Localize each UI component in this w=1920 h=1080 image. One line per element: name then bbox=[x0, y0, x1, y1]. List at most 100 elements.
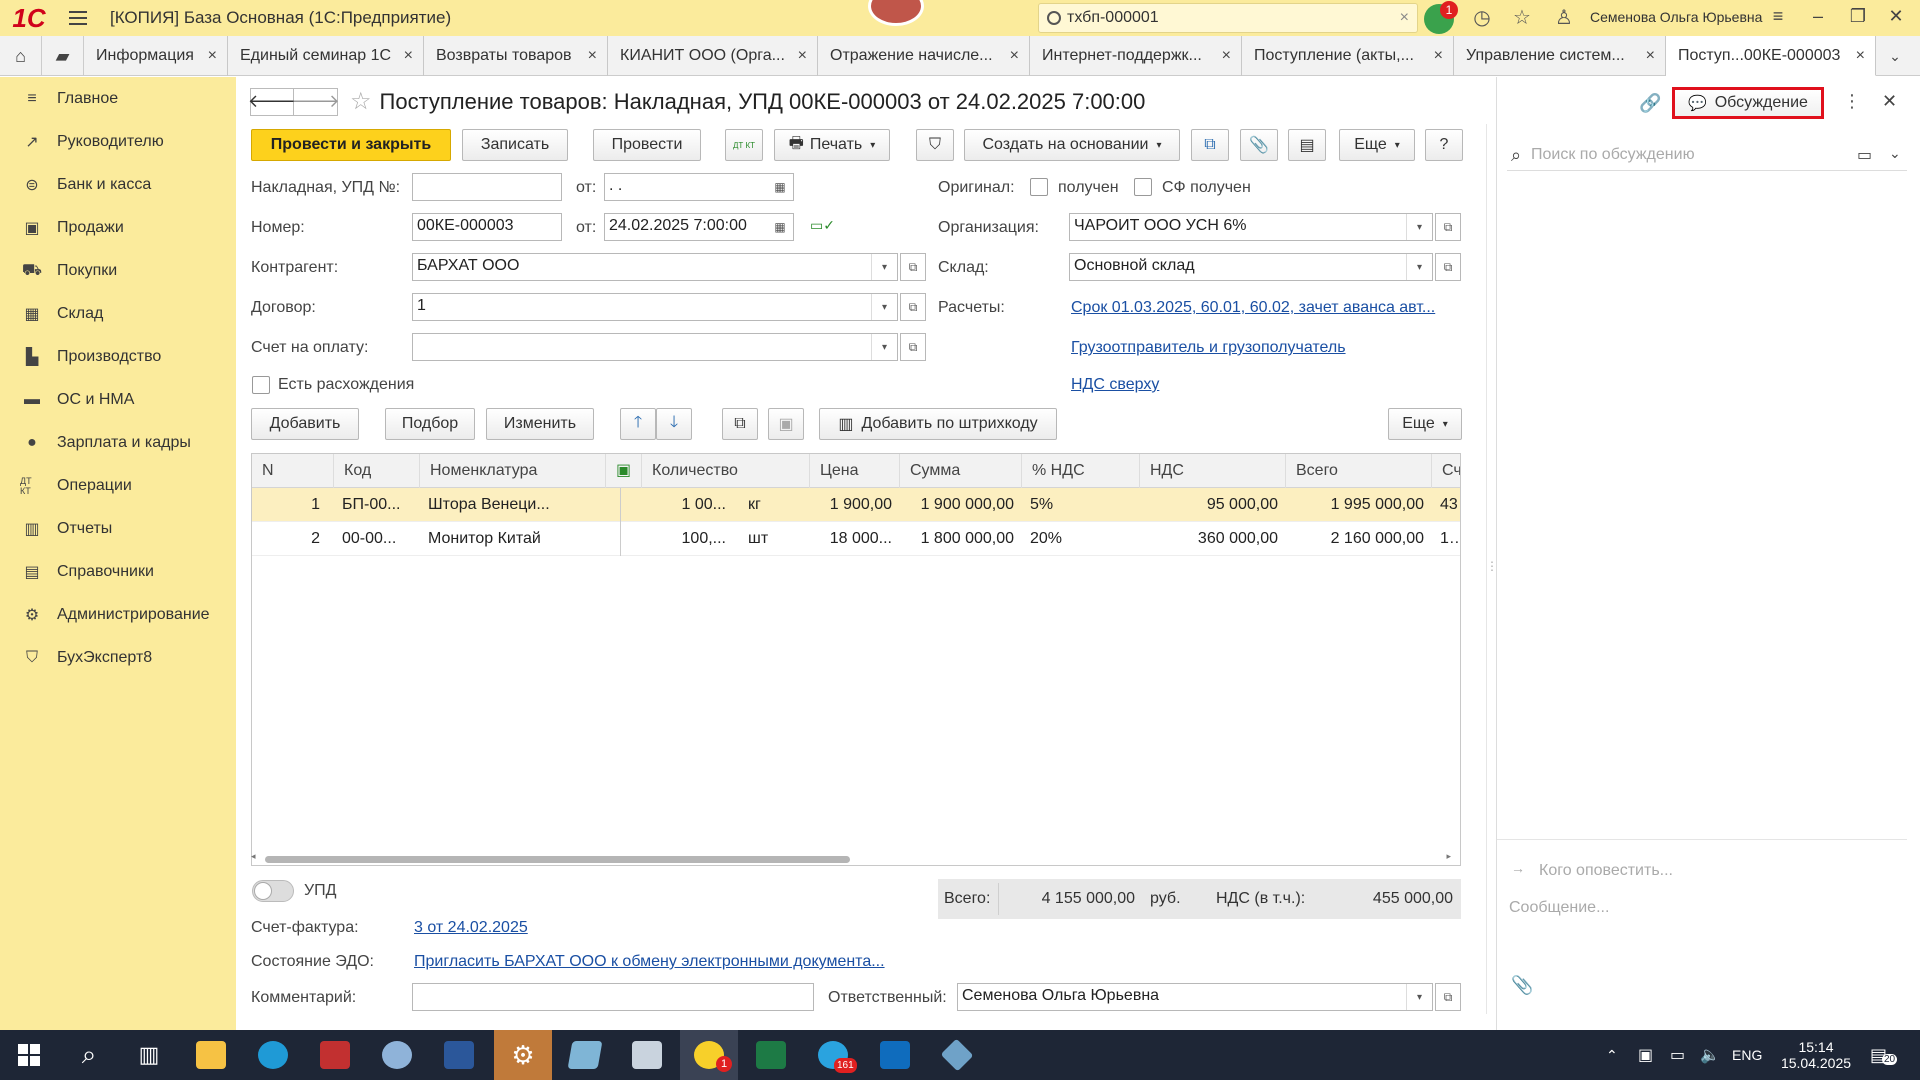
sidebar-item-manager[interactable]: ↗ Руководителю bbox=[0, 120, 236, 163]
col-price[interactable]: Цена bbox=[810, 454, 900, 488]
table-more-button[interactable]: Еще ▾ bbox=[1388, 408, 1462, 440]
table-row[interactable]: 2 00-00... Монитор Китай 100,... шт 18 0… bbox=[252, 522, 1460, 556]
calendar-icon[interactable]: ▦ bbox=[767, 214, 793, 240]
copy-icon[interactable]: ⧉ bbox=[722, 408, 758, 440]
discrepancy-checkbox[interactable] bbox=[252, 376, 270, 394]
tab-info[interactable]: Информация × bbox=[84, 36, 228, 76]
col-vat-rate[interactable]: % НДС bbox=[1022, 454, 1140, 488]
paste-icon[interactable]: ▣ bbox=[768, 408, 804, 440]
search-icon[interactable]: ⌕ bbox=[60, 1030, 118, 1080]
sidebar-item-catalogs[interactable]: ▤ Справочники bbox=[0, 550, 236, 593]
create-based-on-button[interactable]: Создать на основании ▾ bbox=[964, 129, 1180, 161]
scrollbar-thumb[interactable] bbox=[265, 856, 850, 863]
sidebar-item-buhexpert[interactable]: ⛉ БухЭксперт8 bbox=[0, 636, 236, 679]
tab-current-doc[interactable]: Поступ...00КЕ-000003 × bbox=[1666, 36, 1876, 76]
main-menu-icon[interactable] bbox=[58, 0, 98, 36]
open-icon[interactable]: ⧉ bbox=[900, 253, 926, 281]
outlook-icon[interactable] bbox=[866, 1030, 924, 1080]
list-icon[interactable]: ▤ bbox=[1288, 129, 1326, 161]
clear-icon[interactable]: × bbox=[1400, 9, 1409, 27]
save-button[interactable]: Записать bbox=[462, 129, 568, 161]
comment-field[interactable] bbox=[412, 983, 814, 1011]
1c-app-icon[interactable]: 1 bbox=[680, 1030, 738, 1080]
shield-icon[interactable]: ⛉ bbox=[916, 129, 954, 161]
close-icon[interactable]: × bbox=[798, 47, 807, 65]
notification-center-icon[interactable]: ▤ 20 bbox=[1870, 1030, 1898, 1080]
table-horizontal-scrollbar[interactable]: ◂ ▸ bbox=[251, 851, 1461, 863]
counterparty-field[interactable]: БАРХАТ ООО ▾ bbox=[412, 253, 898, 281]
sidebar-item-production[interactable]: ▙ Производство bbox=[0, 335, 236, 378]
paperclip-icon[interactable]: 📎 bbox=[1240, 129, 1278, 161]
chevron-down-icon[interactable]: ▾ bbox=[1406, 214, 1432, 240]
close-form-icon[interactable]: ✕ bbox=[1882, 91, 1897, 112]
sidebar-item-bank[interactable]: ⊜ Банк и касса bbox=[0, 163, 236, 206]
col-sum[interactable]: Сумма bbox=[900, 454, 1022, 488]
edge-icon[interactable] bbox=[244, 1030, 302, 1080]
move-down-icon[interactable]: 🡓 bbox=[656, 408, 692, 440]
col-vat[interactable]: НДС bbox=[1140, 454, 1286, 488]
responsible-field[interactable]: Семенова Ольга Юрьевна ▾ bbox=[957, 983, 1433, 1011]
close-icon[interactable]: × bbox=[208, 47, 217, 65]
home-icon[interactable]: ⌂ bbox=[0, 36, 42, 76]
close-icon[interactable]: × bbox=[1010, 47, 1019, 65]
organization-field[interactable]: ЧАРОИТ ООО УСН 6% ▾ bbox=[1069, 213, 1433, 241]
open-icon[interactable]: ⧉ bbox=[900, 333, 926, 361]
excel-icon[interactable] bbox=[742, 1030, 800, 1080]
tray-network-icon[interactable]: ▭ bbox=[1670, 1030, 1685, 1080]
shipper-consignee-link[interactable]: Грузоотправитель и грузополучатель bbox=[1071, 339, 1346, 357]
invoice-no-field[interactable] bbox=[412, 173, 562, 201]
upd-toggle[interactable] bbox=[252, 880, 294, 902]
help-button[interactable]: ? bbox=[1425, 129, 1463, 161]
edo-invite-link[interactable]: Пригласить БАРХАТ ООО к обмену электронн… bbox=[414, 953, 885, 971]
paperclip-icon[interactable]: 📎 bbox=[1511, 975, 1533, 996]
close-icon[interactable]: × bbox=[1434, 47, 1443, 65]
global-search-input[interactable]: тхбп-000001 × bbox=[1038, 3, 1418, 33]
windows-start-icon[interactable] bbox=[0, 1030, 58, 1080]
contract-field[interactable]: 1 ▾ bbox=[412, 293, 898, 321]
telegram-icon[interactable]: 161 bbox=[804, 1030, 862, 1080]
panel-splitter[interactable]: ⋮ bbox=[1486, 124, 1498, 1014]
pick-button[interactable]: Подбор bbox=[385, 408, 475, 440]
post-and-close-button[interactable]: Провести и закрыть bbox=[251, 129, 451, 161]
sidebar-item-assets[interactable]: ▬ ОС и НМА bbox=[0, 378, 236, 421]
chevron-down-icon[interactable]: ▾ bbox=[1406, 254, 1432, 280]
chevron-down-icon[interactable]: ⌄ bbox=[1876, 36, 1914, 76]
open-icon[interactable]: ⧉ bbox=[900, 293, 926, 321]
chevron-down-icon[interactable]: ▾ bbox=[871, 254, 897, 280]
table-row[interactable]: 1 БП-00... Штора Венеци... 1 00... кг 1 … bbox=[252, 488, 1460, 522]
tab-reflection[interactable]: Отражение начисле... × bbox=[818, 36, 1030, 76]
invoice-date-field[interactable]: . . ▦ bbox=[604, 173, 794, 201]
tab-receipts[interactable]: Поступление (акты,... × bbox=[1242, 36, 1454, 76]
sidebar-item-salary[interactable]: ● Зарплата и кадры bbox=[0, 421, 236, 464]
user-name[interactable]: Семенова Ольга Юрьевна bbox=[1590, 9, 1762, 25]
link-icon[interactable]: 🔗 bbox=[1639, 93, 1661, 114]
col-quantity[interactable]: Количество bbox=[642, 454, 810, 488]
close-icon[interactable]: × bbox=[1856, 47, 1865, 65]
date-field[interactable]: 24.02.2025 7:00:00 ▦ bbox=[604, 213, 794, 241]
number-field[interactable]: 00КЕ-000003 bbox=[412, 213, 562, 241]
favorite-star-icon[interactable]: ☆ bbox=[350, 87, 372, 116]
vat-on-top-link[interactable]: НДС сверху bbox=[1071, 376, 1159, 394]
discussion-button[interactable]: 💬 Обсуждение bbox=[1672, 87, 1824, 119]
open-icon[interactable]: ⧉ bbox=[1435, 213, 1461, 241]
print-button[interactable]: 🖶 Печать ▾ bbox=[774, 129, 890, 161]
tab-system[interactable]: Управление систем... × bbox=[1454, 36, 1666, 76]
sidebar-item-sales[interactable]: ▣ Продажи bbox=[0, 206, 236, 249]
chevron-down-icon[interactable]: ▾ bbox=[871, 334, 897, 360]
tray-volume-icon[interactable]: 🔈 bbox=[1700, 1030, 1720, 1080]
file-explorer-icon[interactable] bbox=[182, 1030, 240, 1080]
sf-received-checkbox[interactable] bbox=[1134, 178, 1152, 196]
tray-device-icon[interactable]: ▣ bbox=[1638, 1030, 1653, 1080]
col-total[interactable]: Всего bbox=[1286, 454, 1432, 488]
dtkt-icon[interactable]: ДТ КТ bbox=[725, 129, 763, 161]
col-nomenclature[interactable]: Номенклатура bbox=[420, 454, 606, 488]
col-n[interactable]: N bbox=[252, 454, 334, 488]
notes-icon[interactable] bbox=[556, 1030, 614, 1080]
structure-icon[interactable]: ⧉ bbox=[1191, 129, 1229, 161]
open-icon[interactable]: ⧉ bbox=[1435, 983, 1461, 1011]
notify-whom-input[interactable]: Кого оповестить... bbox=[1539, 862, 1673, 880]
forward-arrow-icon[interactable]: 🡒 bbox=[291, 87, 340, 116]
tray-chevron-up-icon[interactable]: ⌃ bbox=[1606, 1030, 1618, 1080]
more-vertical-icon[interactable]: ⋮ bbox=[1843, 91, 1861, 112]
user-icon[interactable]: ♙ bbox=[1552, 6, 1576, 30]
